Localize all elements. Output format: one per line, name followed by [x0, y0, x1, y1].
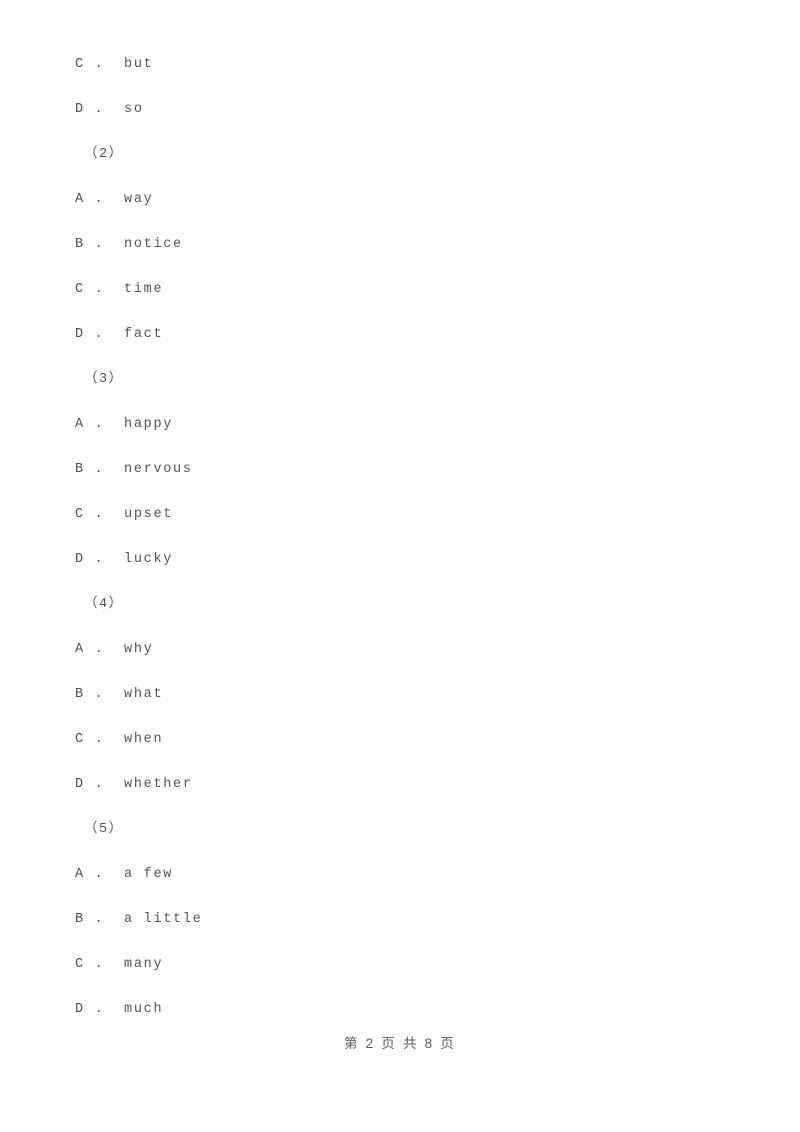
option-text: so	[124, 102, 144, 117]
option-marker: C	[75, 507, 85, 522]
option-separator: .	[94, 642, 105, 657]
option-text: when	[124, 732, 164, 747]
option-marker: B	[75, 912, 85, 927]
answer-option: B . nervous	[75, 460, 725, 505]
option-text: happy	[124, 417, 174, 432]
option-separator: .	[94, 417, 105, 432]
option-separator: .	[94, 57, 105, 72]
question-number: （5）	[84, 822, 124, 837]
option-separator: .	[94, 777, 105, 792]
answer-option: C . but	[75, 55, 725, 100]
option-separator: .	[94, 327, 105, 342]
option-text: lucky	[124, 552, 174, 567]
option-separator: .	[94, 732, 105, 747]
option-marker: A	[75, 417, 85, 432]
option-marker: C	[75, 957, 85, 972]
answer-option: D . whether	[75, 775, 725, 820]
option-text: a few	[124, 867, 174, 882]
answer-option: B . a little	[75, 910, 725, 955]
question-number: （4）	[84, 597, 124, 612]
option-text: upset	[124, 507, 174, 522]
option-text: why	[124, 642, 154, 657]
answer-option: A . a few	[75, 865, 725, 910]
option-marker: B	[75, 462, 85, 477]
option-separator: .	[94, 192, 105, 207]
option-separator: .	[94, 507, 105, 522]
answer-option: C . many	[75, 955, 725, 1000]
answer-option: A . why	[75, 640, 725, 685]
answer-option: D . fact	[75, 325, 725, 370]
option-separator: .	[94, 1002, 105, 1017]
option-marker: D	[75, 102, 85, 117]
option-separator: .	[94, 102, 105, 117]
answer-option: D . so	[75, 100, 725, 145]
option-text: whether	[124, 777, 193, 792]
option-separator: .	[94, 552, 105, 567]
option-marker: A	[75, 642, 85, 657]
option-marker: B	[75, 237, 85, 252]
option-marker: D	[75, 327, 85, 342]
option-text: but	[124, 57, 154, 72]
option-separator: .	[94, 462, 105, 477]
answer-option: C . when	[75, 730, 725, 775]
option-marker: C	[75, 732, 85, 747]
answer-option: D . lucky	[75, 550, 725, 595]
option-marker: A	[75, 192, 85, 207]
question-number: （2）	[84, 147, 124, 162]
option-marker: C	[75, 282, 85, 297]
answer-option: C . upset	[75, 505, 725, 550]
document-page: C . but D . so （2） A . way B . notice C . tim…	[0, 0, 800, 1132]
option-text: way	[124, 192, 154, 207]
answer-option: B . what	[75, 685, 725, 730]
question-options-list: C . but D . so （2） A . way B . notice C . tim…	[75, 55, 725, 1045]
answer-option: A . happy	[75, 415, 725, 460]
option-text: a little	[124, 912, 203, 927]
option-separator: .	[94, 957, 105, 972]
option-separator: .	[94, 912, 105, 927]
answer-option: B . notice	[75, 235, 725, 280]
option-text: notice	[124, 237, 183, 252]
option-separator: .	[94, 867, 105, 882]
option-text: time	[124, 282, 164, 297]
option-separator: .	[94, 687, 105, 702]
question-number: （3）	[84, 372, 124, 387]
option-text: what	[124, 687, 164, 702]
page-footer: 第 2 页 共 8 页	[344, 1036, 456, 1051]
option-marker: A	[75, 867, 85, 882]
option-text: much	[124, 1002, 164, 1017]
option-text: fact	[124, 327, 164, 342]
option-marker: D	[75, 552, 85, 567]
option-text: many	[124, 957, 164, 972]
option-marker: D	[75, 777, 85, 792]
option-marker: B	[75, 687, 85, 702]
answer-option: C . time	[75, 280, 725, 325]
option-marker: D	[75, 1002, 85, 1017]
option-text: nervous	[124, 462, 193, 477]
answer-option: A . way	[75, 190, 725, 235]
option-separator: .	[94, 282, 105, 297]
option-separator: .	[94, 237, 105, 252]
option-marker: C	[75, 57, 85, 72]
